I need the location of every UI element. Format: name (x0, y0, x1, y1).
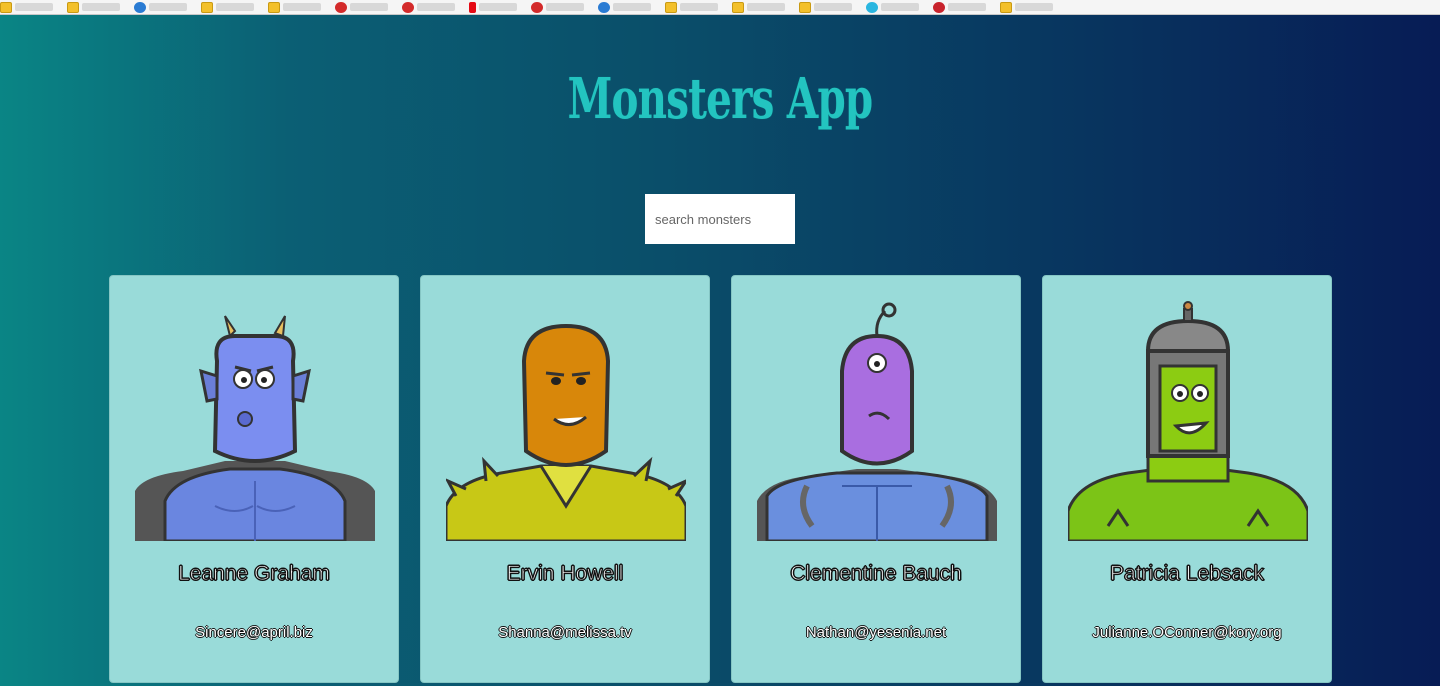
folder-icon (665, 1, 677, 13)
bookmark-item[interactable] (268, 0, 321, 14)
monster-email: Shanna@melissa.tv (498, 624, 632, 641)
monster-name: Leanne Graham (178, 562, 331, 586)
site-icon (598, 1, 610, 13)
folder-icon (0, 1, 12, 13)
bookmarks-bar (0, 0, 1440, 15)
pinterest-icon (933, 1, 945, 13)
monster-name: Ervin Howell (506, 562, 624, 586)
bookmark-item[interactable] (335, 0, 388, 14)
site-icon (335, 1, 347, 13)
purple-cyclops-monster-icon (757, 302, 997, 541)
site-icon (134, 1, 146, 13)
site-icon (866, 1, 878, 13)
bookmark-item[interactable] (866, 0, 919, 14)
green-robot-monster-icon (1068, 301, 1308, 541)
bookmark-item[interactable] (665, 0, 718, 14)
monster-name: Patricia Lebsack (1109, 562, 1265, 586)
monster-email: Julianne.OConner@kory.org (1092, 624, 1282, 641)
bookmark-item[interactable] (598, 0, 651, 14)
monster-card[interactable]: Ervin Howell Shanna@melissa.tv (420, 275, 710, 683)
app-title: Monsters App (567, 66, 874, 132)
monster-email: Nathan@yesenia.net (805, 624, 947, 641)
folder-icon (732, 1, 744, 13)
folder-icon (201, 1, 213, 13)
bookmark-item[interactable] (799, 0, 852, 14)
bookmark-item[interactable] (201, 0, 254, 14)
search-input[interactable] (645, 194, 795, 244)
site-icon (402, 1, 414, 13)
monster-card[interactable]: Clementine Bauch Nathan@yesenia.net (731, 275, 1021, 683)
bookmark-item[interactable] (1000, 0, 1053, 14)
monster-card[interactable]: Leanne Graham Sincere@april.biz (109, 275, 399, 683)
folder-icon (1000, 1, 1012, 13)
bookmark-item[interactable] (67, 0, 120, 14)
bookmark-item[interactable] (402, 0, 455, 14)
monster-card[interactable]: Patricia Lebsack Julianne.OConner@kory.o… (1042, 275, 1332, 683)
bookmark-item[interactable] (0, 0, 53, 14)
orange-hooded-monster-icon (446, 323, 686, 541)
netflix-icon (469, 1, 476, 13)
monster-name: Clementine Bauch (790, 562, 963, 586)
bookmark-item[interactable] (933, 0, 986, 14)
folder-icon (67, 1, 79, 13)
bookmark-item[interactable] (732, 0, 785, 14)
folder-icon (799, 1, 811, 13)
bookmark-item[interactable] (531, 0, 584, 14)
monster-email: Sincere@april.biz (195, 624, 313, 641)
bookmark-item[interactable] (469, 0, 517, 14)
site-icon (531, 1, 543, 13)
folder-icon (268, 1, 280, 13)
blue-horned-monster-icon (135, 315, 375, 541)
bookmark-item[interactable] (134, 0, 187, 14)
